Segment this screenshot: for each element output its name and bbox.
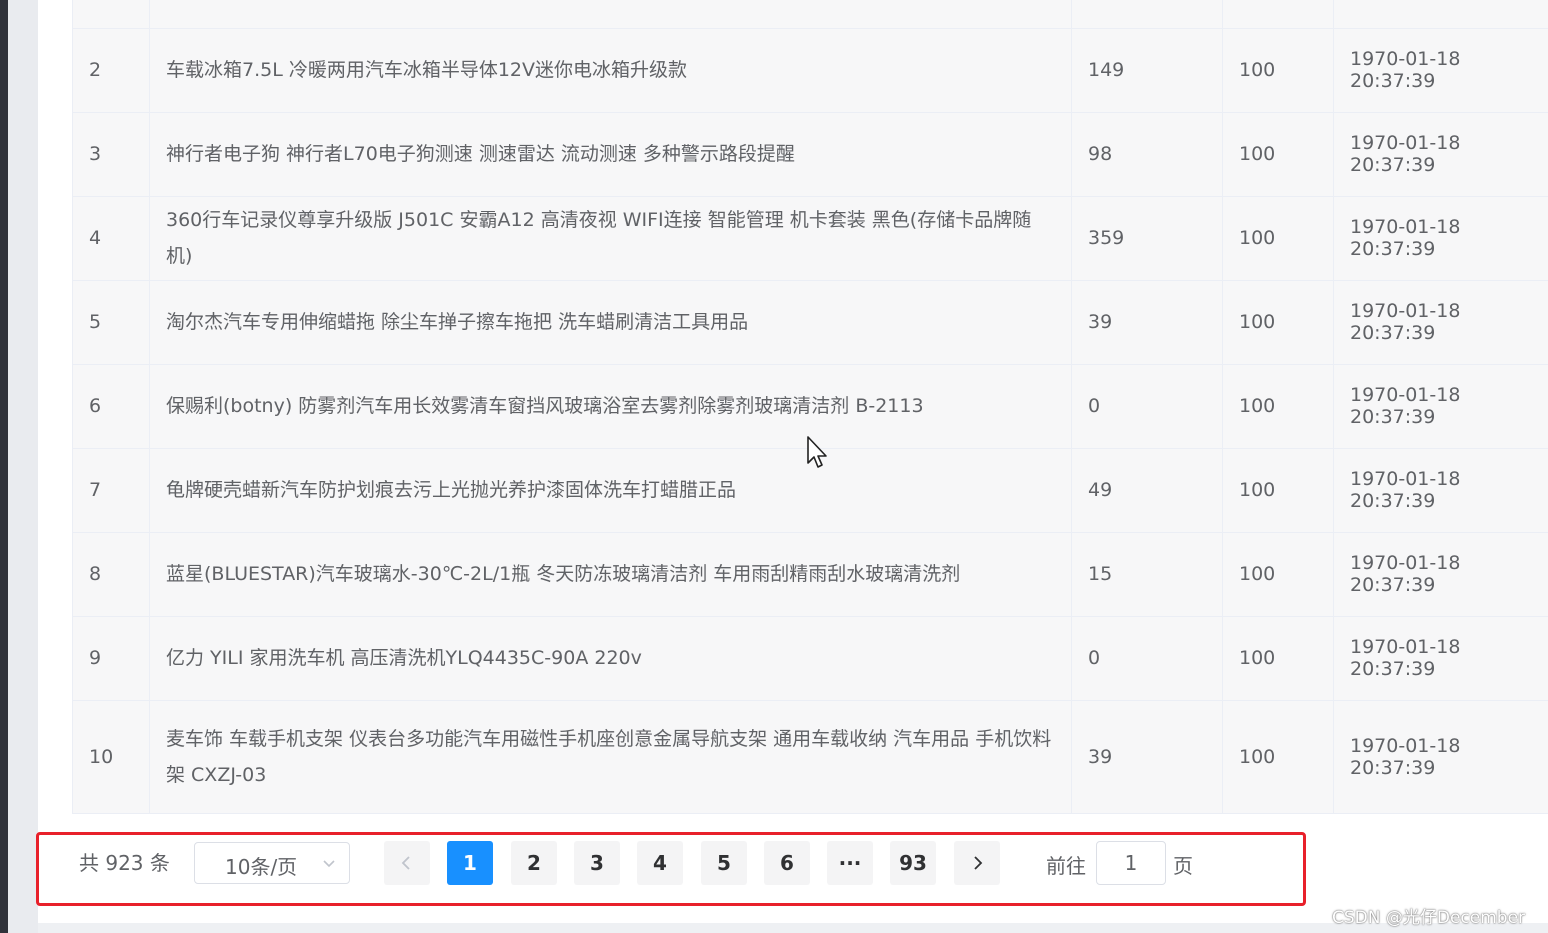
cell-index (72, 0, 150, 29)
cell-price: 0 (1071, 616, 1223, 701)
cell-stock: 100 (1222, 196, 1334, 281)
cell-time: 1970-01-18 20:37:39 (1333, 364, 1548, 449)
cell-stock: 100 (1222, 112, 1334, 197)
cell-index: 7 (72, 448, 150, 533)
card-bottom-edge (38, 923, 1548, 933)
cell-stock: 100 (1222, 280, 1334, 365)
cell-product-name: 保赐利(botny) 防雾剂汽车用长效雾清车窗挡风玻璃浴室去雾剂除雾剂玻璃清洁剂… (149, 364, 1072, 449)
table-row[interactable]: 4 360行车记录仪尊享升级版 J501C 安霸A12 高清夜视 WIFI连接 … (72, 196, 1548, 281)
watermark-text: CSDN @光仔December (1332, 908, 1526, 928)
cell-index: 5 (72, 280, 150, 365)
cell-time: 1970-01-18 20:37:39 (1333, 112, 1548, 197)
table-row[interactable] (72, 0, 1548, 29)
cell-product-name: 车载冰箱7.5L 冷暖两用汽车冰箱半导体12V迷你电冰箱升级款 (149, 28, 1072, 113)
product-table: 2 车载冰箱7.5L 冷暖两用汽车冰箱半导体12V迷你电冰箱升级款 149 10… (72, 0, 1548, 814)
table-row[interactable]: 2 车载冰箱7.5L 冷暖两用汽车冰箱半导体12V迷你电冰箱升级款 149 10… (72, 28, 1548, 113)
cell-time: 1970-01-18 20:37:39 (1333, 616, 1548, 701)
cell-index: 3 (72, 112, 150, 197)
cell-price: 49 (1071, 448, 1223, 533)
table-row[interactable]: 9 亿力 YILI 家用洗车机 高压清洗机YLQ4435C-90A 220v 0… (72, 616, 1548, 701)
cell-product-name: 蓝星(BLUESTAR)汽车玻璃水-30℃-2L/1瓶 冬天防冻玻璃清洁剂 车用… (149, 532, 1072, 617)
cell-price: 149 (1071, 28, 1223, 113)
cell-stock: 100 (1222, 364, 1334, 449)
cell-stock: 100 (1222, 448, 1334, 533)
cell-price: 98 (1071, 112, 1223, 197)
cell-product-name (149, 0, 1072, 29)
cell-product-name: 360行车记录仪尊享升级版 J501C 安霸A12 高清夜视 WIFI连接 智能… (149, 196, 1072, 281)
cell-product-name: 淘尔杰汽车专用伸缩蜡拖 除尘车掸子擦车拖把 洗车蜡刷清洁工具用品 (149, 280, 1072, 365)
cell-price: 39 (1071, 700, 1223, 814)
cell-time: 1970-01-18 20:37:39 (1333, 280, 1548, 365)
cell-time: 1970-01-18 20:37:39 (1333, 532, 1548, 617)
highlight-frame (36, 832, 1306, 906)
cell-product-name: 神行者电子狗 神行者L70电子狗测速 测速雷达 流动测速 多种警示路段提醒 (149, 112, 1072, 197)
cell-index: 4 (72, 196, 150, 281)
cell-product-name: 亿力 YILI 家用洗车机 高压清洗机YLQ4435C-90A 220v (149, 616, 1072, 701)
cell-stock: 100 (1222, 532, 1334, 617)
cell-index: 8 (72, 532, 150, 617)
cell-index: 2 (72, 28, 150, 113)
table-row[interactable]: 10 麦车饰 车载手机支架 仪表台多功能汽车用磁性手机座创意金属导航支架 通用车… (72, 700, 1548, 814)
cell-time: 1970-01-18 20:37:39 (1333, 448, 1548, 533)
table-row[interactable]: 5 淘尔杰汽车专用伸缩蜡拖 除尘车掸子擦车拖把 洗车蜡刷清洁工具用品 39 10… (72, 280, 1548, 365)
table-row[interactable]: 3 神行者电子狗 神行者L70电子狗测速 测速雷达 流动测速 多种警示路段提醒 … (72, 112, 1548, 197)
cell-stock: 100 (1222, 700, 1334, 814)
cell-price: 15 (1071, 532, 1223, 617)
cell-price: 0 (1071, 364, 1223, 449)
cell-time: 1970-01-18 20:37:39 (1333, 196, 1548, 281)
cell-stock: 100 (1222, 616, 1334, 701)
left-gutter (8, 0, 38, 933)
cell-product-name: 麦车饰 车载手机支架 仪表台多功能汽车用磁性手机座创意金属导航支架 通用车载收纳… (149, 700, 1072, 814)
cell-index: 9 (72, 616, 150, 701)
table-row[interactable]: 8 蓝星(BLUESTAR)汽车玻璃水-30℃-2L/1瓶 冬天防冻玻璃清洁剂 … (72, 532, 1548, 617)
cell-stock (1222, 0, 1334, 29)
cell-time: 1970-01-18 20:37:39 (1333, 700, 1548, 814)
left-edge-bar (0, 0, 8, 933)
cell-index: 10 (72, 700, 150, 814)
cell-product-name: 龟牌硬壳蜡新汽车防护划痕去污上光抛光养护漆固体洗车打蜡腊正品 (149, 448, 1072, 533)
cell-stock: 100 (1222, 28, 1334, 113)
cell-price: 359 (1071, 196, 1223, 281)
mouse-pointer-icon (807, 436, 827, 468)
cell-time: 1970-01-18 20:37:39 (1333, 28, 1548, 113)
cell-time (1333, 0, 1548, 29)
cell-price: 39 (1071, 280, 1223, 365)
cell-price (1071, 0, 1223, 29)
cell-index: 6 (72, 364, 150, 449)
